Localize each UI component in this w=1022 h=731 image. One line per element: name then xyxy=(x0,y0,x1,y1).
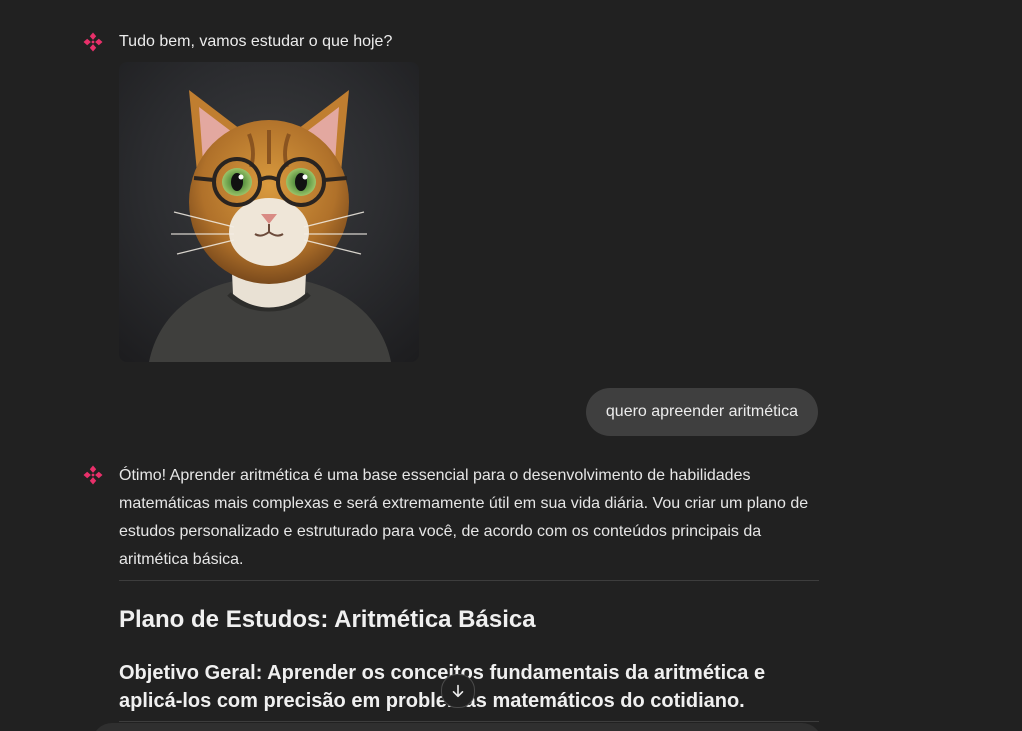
user-message-text: quero apreender aritmética xyxy=(605,403,798,420)
cat-illustration xyxy=(149,90,391,362)
arrow-down-icon xyxy=(452,684,464,698)
assistant-message: Tudo bem, vamos estudar o que hoje? xyxy=(82,31,822,362)
user-message-bubble: quero apreender aritmética xyxy=(585,388,818,436)
assistant-reply-paragraph: Ótimo! Aprender aritmética é uma base es… xyxy=(119,467,809,568)
cat-with-glasses-image[interactable] xyxy=(119,62,419,362)
message-composer[interactable] xyxy=(92,723,822,731)
assistant-greeting-text: Tudo bem, vamos estudar o que hoje? xyxy=(119,33,393,50)
section-divider xyxy=(119,721,819,722)
assistant-logo-icon xyxy=(83,32,103,52)
chat-page: Tudo bem, vamos estudar o que hoje? quer… xyxy=(0,0,1022,731)
section-divider xyxy=(119,580,819,581)
scroll-to-bottom-button[interactable] xyxy=(441,674,475,708)
study-plan-heading: Plano de Estudos: Aritmética Básica xyxy=(119,606,536,633)
assistant-logo-icon xyxy=(83,465,103,485)
